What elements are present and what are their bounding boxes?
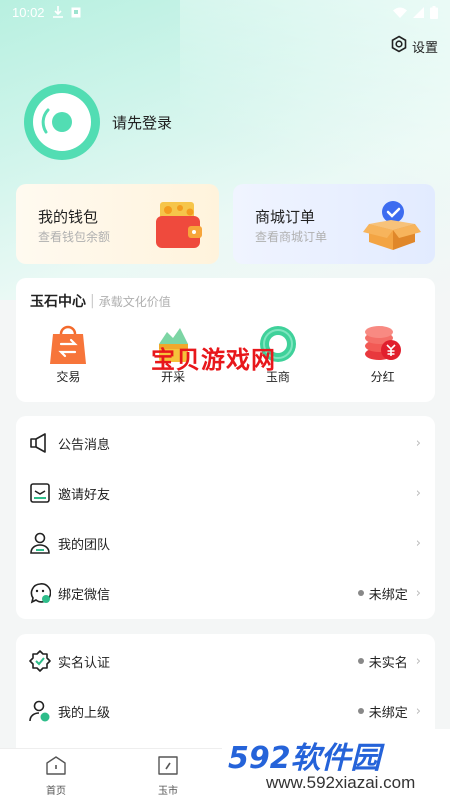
orders-subtitle: 查看商城订单 bbox=[255, 230, 328, 244]
coin-stack-icon bbox=[363, 324, 403, 364]
avatar[interactable] bbox=[24, 84, 100, 160]
signal-icon bbox=[413, 6, 424, 18]
menu-label: 我的团队 bbox=[58, 537, 111, 553]
wifi-icon bbox=[393, 7, 407, 18]
superior-status: 未绑定 bbox=[368, 705, 408, 721]
menu-label: 实名认证 bbox=[58, 655, 111, 671]
watermark-text: 宝贝游戏网 bbox=[151, 346, 276, 374]
superior-icon bbox=[28, 699, 52, 723]
brand-url: www.592xiazai.com bbox=[266, 773, 416, 792]
menu-label: 绑定微信 bbox=[58, 587, 111, 603]
gear-icon bbox=[390, 35, 408, 57]
settings-label: 设置 bbox=[411, 40, 438, 56]
battery-icon bbox=[430, 5, 438, 19]
jade-center-title: 玉石中心 bbox=[30, 294, 86, 310]
home-icon bbox=[45, 755, 67, 779]
menu-item-verification[interactable]: 实名认证 未实名 › bbox=[16, 636, 435, 686]
chevron-right-icon: › bbox=[415, 653, 421, 669]
tab-market[interactable]: 玉市 bbox=[138, 755, 198, 797]
wallet-card[interactable]: 我的钱包 查看钱包余额 bbox=[16, 184, 219, 264]
chevron-right-icon: › bbox=[415, 703, 421, 719]
wechat-icon bbox=[28, 581, 52, 605]
orders-card[interactable]: 商城订单 查看商城订单 bbox=[233, 184, 435, 264]
login-prompt[interactable]: 请先登录 bbox=[112, 112, 172, 133]
profile-section[interactable]: 请先登录 bbox=[24, 84, 172, 160]
tab-home[interactable]: 首页 bbox=[26, 755, 86, 797]
brand-logo-text: 软件园 bbox=[290, 741, 381, 776]
site-watermark-logo: 592软件园 www.592xiazai.com bbox=[222, 729, 450, 800]
tab-label: 首页 bbox=[46, 786, 66, 797]
order-box-icon bbox=[363, 198, 421, 256]
invite-icon bbox=[28, 481, 52, 505]
verified-icon bbox=[28, 649, 52, 673]
team-icon bbox=[28, 531, 52, 555]
menu-label: 邀请好友 bbox=[58, 487, 111, 503]
notification-icon bbox=[71, 7, 81, 18]
wallet-title: 我的钱包 bbox=[38, 208, 99, 226]
chevron-right-icon: › bbox=[415, 485, 421, 501]
menu-group-1: 公告消息 › 邀请好友 › 我的团队 › 绑定微信 未绑定 › bbox=[16, 416, 435, 619]
wechat-status: 未绑定 bbox=[368, 587, 408, 603]
jade-item-dividend[interactable]: 分红 bbox=[330, 324, 435, 385]
jade-item-label: 分红 bbox=[370, 370, 395, 384]
menu-item-announcements[interactable]: 公告消息 › bbox=[16, 418, 435, 468]
status-dot bbox=[357, 658, 364, 664]
menu-label: 我的上级 bbox=[58, 705, 111, 721]
market-icon bbox=[157, 755, 179, 779]
brand-logo-number: 592 bbox=[228, 741, 291, 776]
jade-center-subtitle: 承载文化价值 bbox=[98, 294, 171, 309]
status-bar: 10:02 bbox=[0, 0, 450, 24]
menu-item-wechat[interactable]: 绑定微信 未绑定 › bbox=[16, 568, 435, 618]
jade-item-label: 交易 bbox=[56, 370, 81, 384]
status-time: 10:02 bbox=[12, 4, 45, 20]
bag-transfer-icon bbox=[48, 324, 88, 364]
chevron-right-icon: › bbox=[415, 535, 421, 551]
chevron-right-icon: › bbox=[415, 585, 421, 601]
jade-item-trade[interactable]: 交易 bbox=[16, 324, 121, 385]
status-dot bbox=[357, 708, 364, 714]
menu-item-team[interactable]: 我的团队 › bbox=[16, 518, 435, 568]
download-icon bbox=[52, 6, 63, 18]
wallet-subtitle: 查看钱包余额 bbox=[38, 230, 111, 244]
settings-button[interactable]: 设置 bbox=[390, 35, 438, 57]
menu-item-invite[interactable]: 邀请好友 › bbox=[16, 468, 435, 518]
verification-status: 未实名 bbox=[368, 655, 408, 671]
orders-title: 商城订单 bbox=[255, 208, 316, 226]
wallet-icon bbox=[154, 200, 210, 254]
announcement-icon bbox=[28, 431, 52, 455]
chevron-right-icon: › bbox=[415, 435, 421, 451]
tab-label: 玉市 bbox=[158, 786, 178, 797]
status-dot bbox=[357, 590, 364, 596]
menu-label: 公告消息 bbox=[58, 437, 111, 453]
title-divider: | bbox=[90, 293, 95, 309]
